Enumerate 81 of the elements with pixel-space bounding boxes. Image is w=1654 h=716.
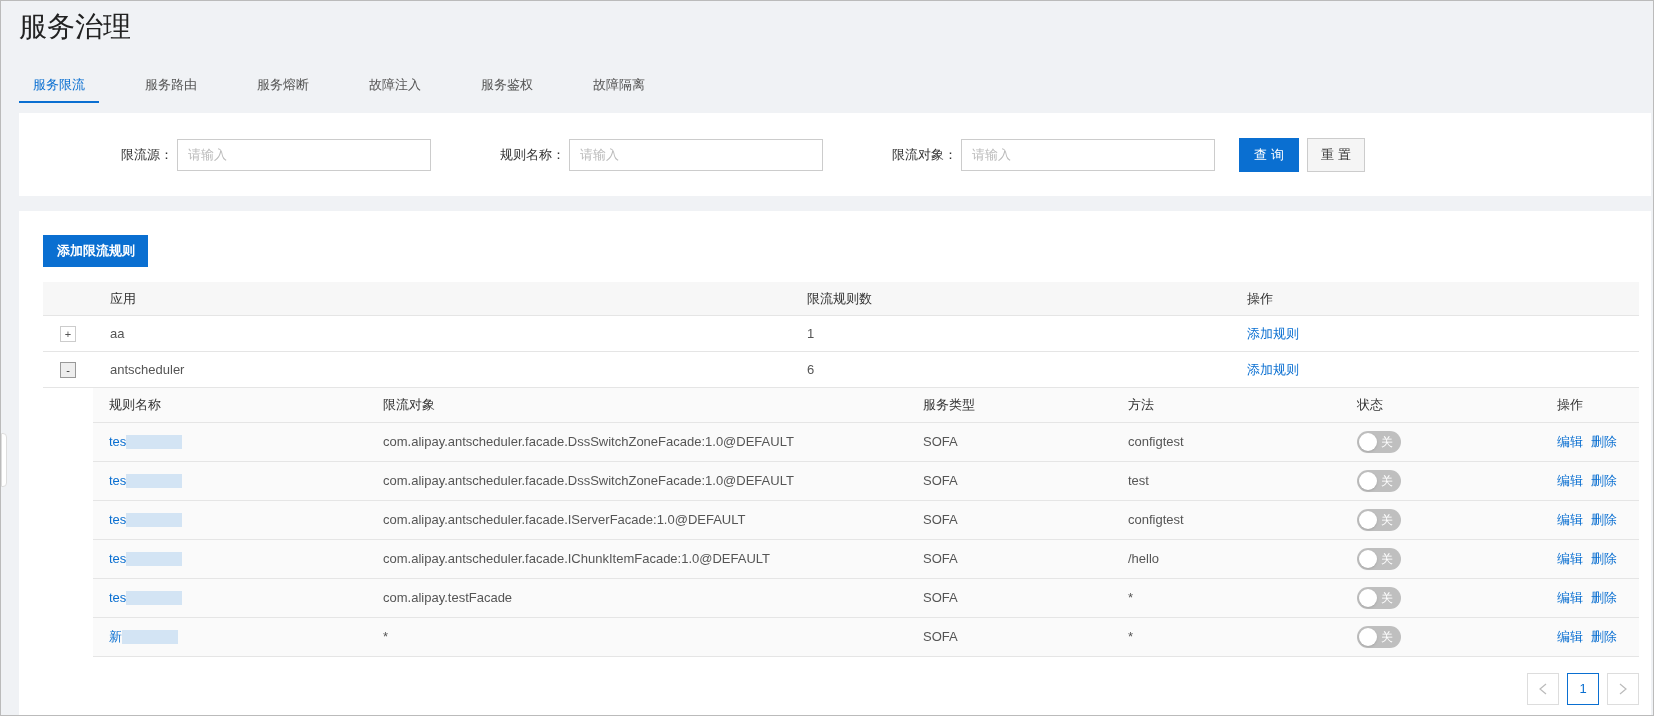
table-cell: com.alipay.testFacade bbox=[383, 590, 513, 606]
collapse-handle[interactable] bbox=[1, 433, 7, 487]
redacted-block bbox=[126, 591, 183, 605]
tab[interactable]: 服务路由 bbox=[131, 69, 211, 103]
field-label: 限流源： bbox=[120, 145, 173, 164]
field-label: 规则名称： bbox=[499, 145, 565, 164]
chevron-right-icon bbox=[1619, 683, 1627, 695]
table-cell: 6 bbox=[807, 361, 815, 377]
table-cell: aa bbox=[110, 325, 125, 341]
previous-page-button[interactable] bbox=[1527, 673, 1559, 705]
table-cell: test bbox=[1128, 473, 1149, 489]
input-field[interactable]: 请输入 bbox=[961, 138, 1215, 171]
redacted-block bbox=[126, 435, 183, 449]
page-button[interactable]: 1 bbox=[1567, 673, 1599, 705]
table-cell: SOFA bbox=[923, 551, 958, 567]
rule-name-link[interactable]: tes bbox=[109, 471, 127, 491]
next-page-button[interactable] bbox=[1607, 673, 1639, 705]
table-cell: com.alipay.antscheduler.facade.IServerFacade:1.0@DEFAULT bbox=[383, 512, 746, 528]
expand-button[interactable]: + bbox=[60, 325, 76, 342]
column-header: 方法 bbox=[1128, 397, 1154, 413]
edit-link[interactable]: 编辑 bbox=[1557, 510, 1583, 530]
add-rule-button[interactable]: 添加限流规则 bbox=[43, 235, 148, 267]
table-cell: SOFA bbox=[923, 473, 958, 489]
chevron-left-icon bbox=[1539, 683, 1547, 695]
table-cell: * bbox=[1128, 629, 1134, 645]
tab[interactable]: 服务熔断 bbox=[243, 69, 323, 103]
page-title: 服务治理 bbox=[19, 10, 131, 44]
column-header: 应用 bbox=[110, 290, 136, 306]
table-cell: SOFA bbox=[923, 434, 958, 450]
table-cell: com.alipay.antscheduler.facade.DssSwitchZoneFacade:1.0@DEFAULT bbox=[383, 473, 794, 489]
edit-link[interactable]: 编辑 bbox=[1557, 549, 1583, 569]
add-rule-link[interactable]: 添加规则 bbox=[1247, 325, 1299, 341]
edit-link[interactable]: 编辑 bbox=[1557, 471, 1583, 491]
column-header: 限流对象 bbox=[383, 397, 435, 413]
delete-link[interactable]: 删除 bbox=[1591, 549, 1617, 569]
edit-link[interactable]: 编辑 bbox=[1557, 432, 1583, 452]
table-cell: SOFA bbox=[923, 590, 958, 606]
rule-name-link[interactable]: tes bbox=[109, 510, 127, 530]
input-field[interactable]: 请输入 bbox=[177, 138, 431, 171]
rule-name-link[interactable]: 新 bbox=[109, 627, 122, 647]
delete-link[interactable]: 删除 bbox=[1591, 432, 1617, 452]
rule-name-link[interactable]: tes bbox=[109, 432, 127, 452]
input-field[interactable]: 请输入 bbox=[569, 138, 823, 171]
column-header: 状态 bbox=[1357, 397, 1383, 413]
table-cell: configtest bbox=[1128, 434, 1184, 450]
tab[interactable]: 服务限流 bbox=[19, 69, 99, 103]
redacted-block bbox=[126, 474, 183, 488]
rule-name-link[interactable]: tes bbox=[109, 588, 127, 608]
table-cell: configtest bbox=[1128, 512, 1184, 528]
redacted-block bbox=[122, 630, 178, 644]
table-cell: com.alipay.antscheduler.facade.DssSwitchZoneFacade:1.0@DEFAULT bbox=[383, 434, 794, 450]
table-cell: SOFA bbox=[923, 629, 958, 645]
delete-link[interactable]: 删除 bbox=[1591, 471, 1617, 491]
redacted-block bbox=[126, 513, 183, 527]
column-header: 限流规则数 bbox=[807, 290, 872, 306]
edit-link[interactable]: 编辑 bbox=[1557, 627, 1583, 647]
delete-link[interactable]: 删除 bbox=[1591, 588, 1617, 608]
field-label: 限流对象： bbox=[891, 145, 957, 164]
column-header: 操作 bbox=[1247, 290, 1273, 306]
tab[interactable]: 故障隔离 bbox=[579, 69, 659, 103]
delete-link[interactable]: 删除 bbox=[1591, 627, 1617, 647]
reset-button[interactable]: 重 置 bbox=[1307, 137, 1365, 172]
table-cell: com.alipay.antscheduler.facade.IChunkItemFacade:1.0@DEFAULT bbox=[383, 551, 771, 567]
column-header: 操作 bbox=[1557, 397, 1583, 413]
table-cell: antscheduler bbox=[110, 361, 185, 377]
table-cell: 1 bbox=[807, 325, 815, 341]
table-cell: /hello bbox=[1128, 551, 1160, 567]
column-header: 服务类型 bbox=[923, 397, 975, 413]
collapse-button[interactable]: - bbox=[60, 361, 76, 378]
search-button[interactable]: 查 询 bbox=[1239, 137, 1299, 172]
tab[interactable]: 故障注入 bbox=[355, 69, 435, 103]
add-rule-link[interactable]: 添加规则 bbox=[1247, 361, 1299, 377]
table-cell: * bbox=[383, 629, 389, 645]
tab[interactable]: 服务鉴权 bbox=[467, 69, 547, 103]
redacted-block bbox=[126, 552, 183, 566]
edit-link[interactable]: 编辑 bbox=[1557, 588, 1583, 608]
column-header: 规则名称 bbox=[109, 397, 161, 413]
table-cell: * bbox=[1128, 590, 1134, 606]
table-cell: SOFA bbox=[923, 512, 958, 528]
delete-link[interactable]: 删除 bbox=[1591, 510, 1617, 530]
rule-name-link[interactable]: tes bbox=[109, 549, 127, 569]
